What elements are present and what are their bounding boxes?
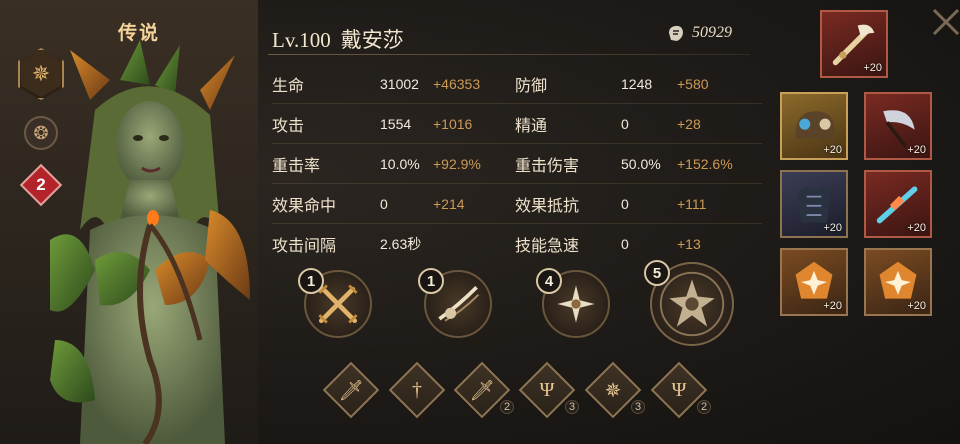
ornate-sword-icon xyxy=(832,24,875,66)
combat-power: 50929 xyxy=(668,24,732,42)
skill-level: 5 xyxy=(644,260,670,286)
stat-label: 精通 xyxy=(515,118,548,135)
stat-base: 2.63秒 xyxy=(380,236,422,252)
equip-offhand[interactable]: +20 xyxy=(864,170,932,238)
stat-bonus: +152.6% xyxy=(677,156,733,172)
equip-level: +20 xyxy=(907,222,926,234)
stat-row: 生命 31002 +46353 防御 1248 +580 xyxy=(272,64,762,104)
gem-icon xyxy=(795,261,833,299)
stat-label: 技能急速 xyxy=(515,238,580,255)
sword-upright-icon: † xyxy=(412,378,422,401)
sword-icon: 🗡 xyxy=(338,379,364,402)
equip-level: +20 xyxy=(823,222,842,234)
rarity-label: 传说 xyxy=(118,23,161,44)
stat-effect-resist: 效果抵抗 0 +111 xyxy=(515,184,755,224)
skill-level: 4 xyxy=(536,268,562,294)
passive-count: 3 xyxy=(565,400,579,414)
stat-base: 31002 xyxy=(380,76,419,92)
stat-label: 生命 xyxy=(272,78,305,95)
hero-name: 戴安莎 xyxy=(340,28,404,52)
skill-level: 1 xyxy=(418,268,444,294)
sword-icon: 🗡 xyxy=(469,379,495,402)
blade-icon xyxy=(876,186,918,224)
equip-gem-1[interactable]: +20 xyxy=(780,248,848,316)
equip-scythe[interactable]: +20 xyxy=(864,92,932,160)
stat-bonus: +46353 xyxy=(433,76,481,92)
stat-bonus: +580 xyxy=(677,76,709,92)
scythe-icon xyxy=(883,110,915,148)
star-level-value: 2 xyxy=(36,175,46,194)
header-divider xyxy=(268,54,750,55)
compass-star-icon: ✵ xyxy=(21,51,61,97)
stat-def: 防御 1248 +580 xyxy=(515,64,755,104)
stat-bonus: +92.9% xyxy=(433,156,481,172)
stat-label: 重击率 xyxy=(272,158,321,175)
stat-label: 攻击 xyxy=(272,118,305,135)
stat-crit-dmg: 重击伤害 50.0% +152.6% xyxy=(515,144,755,184)
stat-label: 攻击间隔 xyxy=(272,238,337,255)
passive-count: 2 xyxy=(500,400,514,414)
stat-effect-hit: 效果命中 0 +214 xyxy=(272,184,512,224)
helmet-icon xyxy=(795,111,835,139)
element-icon[interactable]: ❂ xyxy=(24,116,58,150)
close-icon[interactable] xyxy=(928,4,960,36)
stat-attack-interval: 攻击间隔 2.63秒 xyxy=(272,224,512,264)
stat-row: 攻击间隔 2.63秒 技能急速 0 +13 xyxy=(272,224,762,264)
equip-level: +20 xyxy=(863,62,882,74)
stat-base: 1248 xyxy=(621,76,653,92)
ultimate-nature-icon xyxy=(659,271,725,337)
stat-bonus: +1016 xyxy=(433,116,473,132)
skill-2[interactable]: 1 xyxy=(418,268,492,338)
skill-ultimate[interactable]: 5 xyxy=(644,260,734,346)
power-value: 50929 xyxy=(692,24,732,41)
armor-icon xyxy=(797,185,831,223)
stat-bonus: +214 xyxy=(433,196,465,212)
equip-level: +20 xyxy=(907,144,926,156)
stat-label: 效果抵抗 xyxy=(515,198,580,215)
stat-base: 50.0% xyxy=(621,156,661,172)
stat-crit-rate: 重击率 10.0% +92.9% xyxy=(272,144,512,184)
stat-bonus: +13 xyxy=(677,236,701,252)
stat-hp: 生命 31002 +46353 xyxy=(272,64,512,104)
hero-level: Lv.100 xyxy=(272,28,331,52)
stat-row: 重击率 10.0% +92.9% 重击伤害 50.0% +152.6% xyxy=(272,144,762,184)
stat-row: 攻击 1554 +1016 精通 0 +28 xyxy=(272,104,762,144)
trident-icon: Ψ xyxy=(671,378,687,401)
equip-weapon[interactable]: +20 xyxy=(820,10,888,78)
skill-level: 1 xyxy=(298,268,324,294)
stat-mastery: 精通 0 +28 xyxy=(515,104,755,144)
hero-portrait-panel: 传说 ✵ ❂ 2 xyxy=(0,0,258,444)
passive-count: 2 xyxy=(697,400,711,414)
equip-armor[interactable]: +20 xyxy=(780,170,848,238)
skill-3[interactable]: 4 xyxy=(536,268,610,338)
stat-base: 0 xyxy=(380,196,388,212)
power-icon xyxy=(669,25,683,41)
stat-base: 0 xyxy=(621,116,629,132)
stat-label: 重击伤害 xyxy=(515,158,580,175)
hero-portrait xyxy=(50,40,250,444)
equip-level: +20 xyxy=(823,300,842,312)
star-compass-icon: ✵ xyxy=(604,379,622,402)
trident-icon: Ψ xyxy=(539,378,555,401)
stat-base: 0 xyxy=(621,236,629,252)
stat-atk: 攻击 1554 +1016 xyxy=(272,104,512,144)
stat-skill-haste: 技能急速 0 +13 xyxy=(515,224,755,264)
equip-gem-2[interactable]: +20 xyxy=(864,248,932,316)
stat-bonus: +28 xyxy=(677,116,701,132)
equip-level: +20 xyxy=(823,144,842,156)
equip-level: +20 xyxy=(907,300,926,312)
stat-base: 0 xyxy=(621,196,629,212)
stats-table: 生命 31002 +46353 防御 1248 +580 攻击 1554 +10… xyxy=(272,64,762,264)
hero-header: Lv.100 戴安莎 xyxy=(272,24,404,54)
stat-row: 效果命中 0 +214 效果抵抗 0 +111 xyxy=(272,184,762,224)
stat-label: 防御 xyxy=(515,78,548,95)
stat-base: 10.0% xyxy=(380,156,420,172)
gem-icon xyxy=(879,261,917,299)
skill-1[interactable]: 1 xyxy=(298,268,372,338)
passive-count: 3 xyxy=(631,400,645,414)
equip-helmet[interactable]: +20 xyxy=(780,92,848,160)
stat-label: 效果命中 xyxy=(272,198,337,215)
stat-bonus: +111 xyxy=(677,196,707,212)
stat-base: 1554 xyxy=(380,116,412,132)
